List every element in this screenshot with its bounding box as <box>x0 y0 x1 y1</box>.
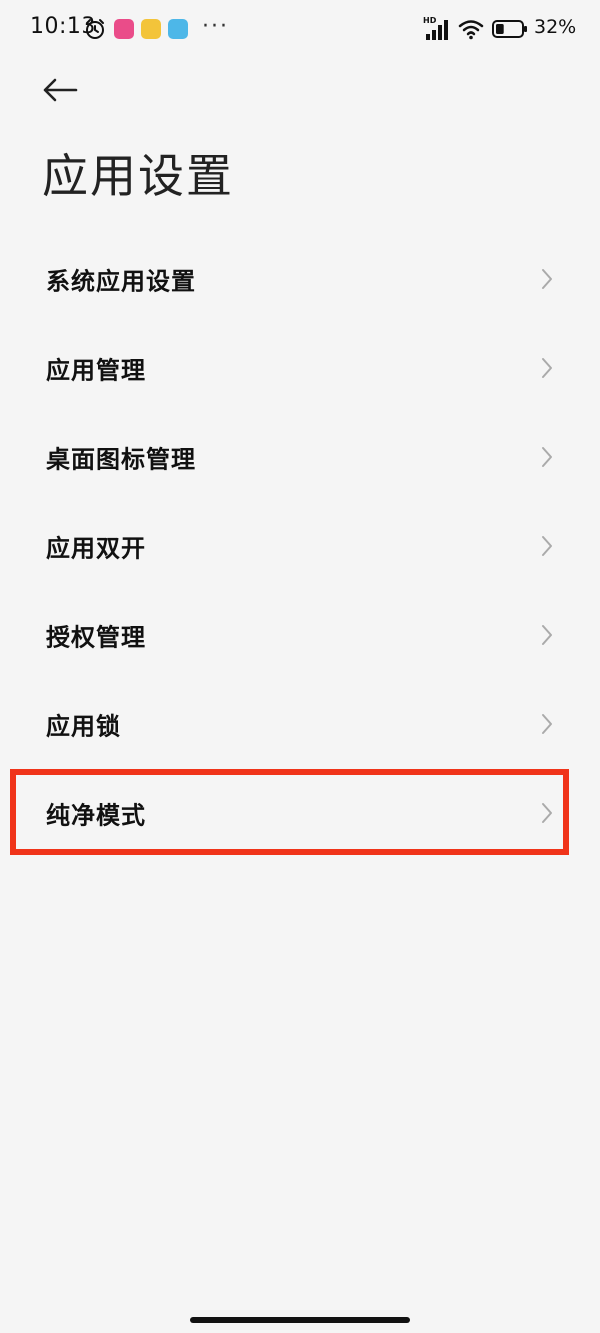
settings-item-label: 授权管理 <box>46 623 146 651</box>
arrow-left-icon <box>43 78 78 102</box>
chevron-right-icon <box>542 713 552 734</box>
settings-item-label: 应用双开 <box>46 534 146 562</box>
cellular-signal-icon <box>426 20 448 40</box>
chevron-right-icon <box>542 624 552 645</box>
settings-item-desktop-icons[interactable]: 桌面图标管理 <box>0 412 600 501</box>
chevron-right-icon <box>542 802 552 823</box>
settings-item-label: 应用管理 <box>46 356 146 384</box>
status-bar: 10:13 ··· HD 32% <box>0 0 600 60</box>
settings-item-system-apps[interactable]: 系统应用设置 <box>0 234 600 323</box>
page-title: 应用设置 <box>42 149 234 203</box>
weibo-icon <box>141 19 161 39</box>
settings-item-app-lock[interactable]: 应用锁 <box>0 679 600 768</box>
settings-item-label: 桌面图标管理 <box>46 445 196 473</box>
more-notifications-icon: ··· <box>202 14 229 39</box>
settings-item-permissions[interactable]: 授权管理 <box>0 590 600 679</box>
settings-item-label: 应用锁 <box>46 712 121 740</box>
paper-plane-app-icon <box>168 19 188 39</box>
battery-icon <box>492 20 527 38</box>
settings-item-label: 纯净模式 <box>46 801 146 829</box>
settings-list: 系统应用设置 应用管理 桌面图标管理 应用双开 授权管理 应用锁 纯净模式 <box>0 234 600 857</box>
settings-item-app-management[interactable]: 应用管理 <box>0 323 600 412</box>
chevron-right-icon <box>542 357 552 378</box>
alarm-clock-icon <box>86 19 104 39</box>
settings-item-dual-apps[interactable]: 应用双开 <box>0 501 600 590</box>
chevron-right-icon <box>542 535 552 556</box>
app-notification-icon <box>114 19 134 39</box>
wifi-icon <box>458 20 484 40</box>
chevron-right-icon <box>542 268 552 289</box>
chevron-right-icon <box>542 446 552 467</box>
back-button[interactable] <box>36 70 84 110</box>
home-indicator[interactable] <box>190 1317 410 1323</box>
settings-item-label: 系统应用设置 <box>46 267 196 295</box>
settings-item-pure-mode[interactable]: 纯净模式 <box>0 768 600 857</box>
battery-percentage: 32% <box>534 16 577 38</box>
